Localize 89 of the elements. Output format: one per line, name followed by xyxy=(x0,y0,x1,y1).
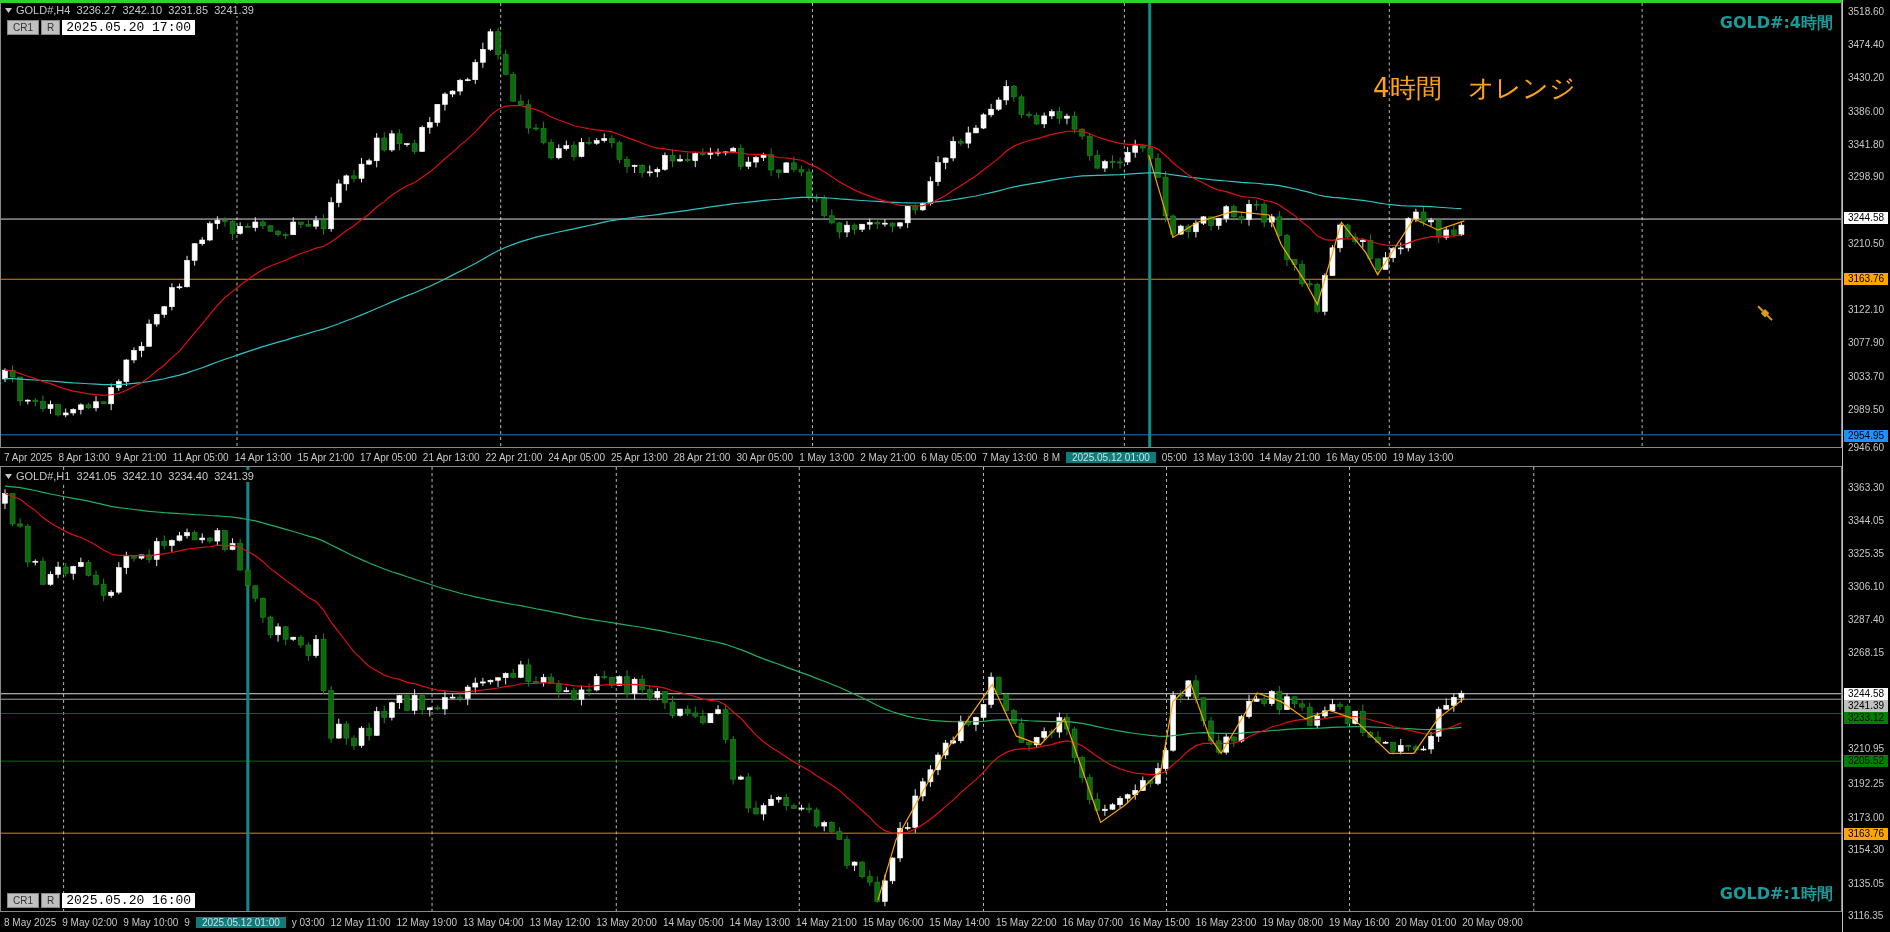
time-axis-label: 24 Apr 05:00 xyxy=(548,451,605,463)
price-axis-label: 2989.50 xyxy=(1848,403,1885,416)
time-axis-label: 6 May 05:00 xyxy=(921,451,977,463)
time-axis-label: 19 May 16:00 xyxy=(1329,916,1390,928)
time-axis-label: 12 May 11:00 xyxy=(330,916,391,928)
time-axis-label: 11 Apr 05:00 xyxy=(172,451,229,463)
time-axis-label: 1 May 13:00 xyxy=(799,451,855,463)
price-axis-label: 2946.60 xyxy=(1848,441,1885,454)
chart-label: GOLD#:4時間 xyxy=(1719,13,1833,34)
time-axis-label: 13 May 04:00 xyxy=(463,916,524,928)
time-axis-label: 15 Apr 21:00 xyxy=(297,451,355,463)
price-axis-label: 3268.15 xyxy=(1848,646,1885,659)
symbol-quote: GOLD#,H4 3236.27 3242.10 3231.85 3241.39 xyxy=(16,4,256,16)
price-tag: 2954.95 xyxy=(1844,429,1888,442)
time-axis-label: 14 May 13:00 xyxy=(729,916,791,928)
time-axis-label: 9 Apr 21:00 xyxy=(115,451,167,463)
price-tag: 3205.52 xyxy=(1844,755,1888,768)
time-axis-label: 9 May 02:00 xyxy=(62,916,118,928)
time-axis-label: 9 xyxy=(184,916,190,928)
price-axis-label: 3287.40 xyxy=(1848,613,1885,626)
symbol-quote: GOLD#,H1 3241.05 3242.10 3234.40 3241.39 xyxy=(16,470,256,482)
time-axis-label: 12 May 19:00 xyxy=(396,916,458,928)
time-axis-label: 15 May 06:00 xyxy=(862,916,924,928)
time-axis-label: 28 Apr 21:00 xyxy=(673,451,731,463)
time-axis-label: 30 Apr 05:00 xyxy=(736,451,794,463)
datetime-field[interactable]: 2025.05.20 17:00 xyxy=(62,20,196,35)
time-axis-label: 20 May 09:00 xyxy=(1462,916,1523,928)
price-tag: 3244.58 xyxy=(1844,687,1888,700)
datetime-field[interactable]: 2025.05.20 16:00 xyxy=(62,893,196,908)
time-axis-label: 2 May 21:00 xyxy=(860,451,916,463)
price-tag: 3163.76 xyxy=(1844,827,1888,840)
chart-label: GOLD#:1時間 xyxy=(1719,884,1833,905)
time-axis-label: 8 May 2025 xyxy=(4,916,57,928)
chart-annotation: 4時間 オレンジ xyxy=(1373,72,1576,105)
price-tag: 3244.58 xyxy=(1844,212,1888,224)
time-axis-label: 13 May 13:00 xyxy=(1192,451,1254,463)
time-axis-label: 20 May 01:00 xyxy=(1395,916,1457,928)
price-axis-label: 3077.90 xyxy=(1848,337,1885,350)
time-axis-label: 21 Apr 13:00 xyxy=(422,451,480,463)
time-axis-label: 8 M xyxy=(1043,451,1060,463)
time-axis-label: 14 May 21:00 xyxy=(796,916,857,928)
time-axis-label: 8 Apr 13:00 xyxy=(58,451,110,463)
price-axis-label: 3306.10 xyxy=(1848,581,1885,594)
price-axis-label: 3192.25 xyxy=(1848,778,1885,791)
price-axis-label: 3210.50 xyxy=(1848,237,1885,250)
time-axis-label: 14 Apr 13:00 xyxy=(234,451,292,463)
price-axis-label: 3154.30 xyxy=(1848,844,1885,857)
price-axis-label: 3210.95 xyxy=(1848,743,1885,756)
price-axis-label: 3518.60 xyxy=(1848,6,1885,18)
time-axis-label: 17 Apr 05:00 xyxy=(360,451,417,463)
price-axis-label: 3116.35 xyxy=(1848,910,1884,922)
toolbar-button[interactable]: CR1 xyxy=(7,893,39,908)
price-tag: 3163.76 xyxy=(1844,272,1888,285)
price-axis-label: 3173.00 xyxy=(1848,811,1885,824)
price-axis-label: 3122.10 xyxy=(1848,304,1885,317)
time-axis-label: 16 May 23:00 xyxy=(1195,916,1257,928)
time-axis-label: 13 May 20:00 xyxy=(596,916,657,928)
price-axis-label: 3386.00 xyxy=(1848,105,1885,118)
price-axis-label: 3474.40 xyxy=(1848,39,1885,52)
time-axis-label: 19 May 08:00 xyxy=(1262,916,1323,928)
price-axis-label: 3363.30 xyxy=(1848,482,1885,494)
time-axis-label: 14 May 21:00 xyxy=(1259,451,1321,463)
time-axis-label: 19 May 13:00 xyxy=(1392,451,1454,463)
cursor-time-label: 2025.05.12 01:00 xyxy=(1066,451,1156,463)
price-axis-label: 3430.20 xyxy=(1848,72,1885,85)
toolbar-button[interactable]: R xyxy=(41,893,61,908)
time-axis-label: 16 May 07:00 xyxy=(1062,916,1124,928)
price-axis-label: 3325.35 xyxy=(1848,547,1885,560)
time-axis-label: 25 Apr 13:00 xyxy=(611,451,668,463)
time-axis-label: 7 May 13:00 xyxy=(982,451,1038,463)
time-axis-label: 22 Apr 21:00 xyxy=(485,451,543,463)
time-axis-label: 16 May 05:00 xyxy=(1326,451,1387,463)
price-axis-label: 3344.05 xyxy=(1848,515,1885,528)
price-axis-label: 3341.80 xyxy=(1848,138,1885,151)
time-axis-label: 14 May 05:00 xyxy=(662,916,724,928)
time-axis-label: 13 May 12:00 xyxy=(529,916,591,928)
time-axis-label: 05:00 xyxy=(1161,451,1187,463)
time-axis-label: 9 May 10:00 xyxy=(123,916,179,928)
price-axis-label: 3298.90 xyxy=(1848,171,1885,184)
time-axis-label: 15 May 14:00 xyxy=(929,916,990,928)
time-axis-label: 15 May 22:00 xyxy=(995,916,1057,928)
time-axis-label: y 03:00 xyxy=(291,916,325,928)
price-axis-label: 3033.70 xyxy=(1848,370,1885,383)
time-axis-label: 16 May 15:00 xyxy=(1129,916,1190,928)
toolbar-button[interactable]: CR1 xyxy=(7,20,39,35)
time-axis-label: 7 Apr 2025 xyxy=(4,451,53,463)
toolbar-button[interactable]: R xyxy=(41,20,61,35)
cursor-time-label: 2025.05.12 01:00 xyxy=(195,916,286,928)
price-axis-label: 3135.05 xyxy=(1848,877,1885,890)
